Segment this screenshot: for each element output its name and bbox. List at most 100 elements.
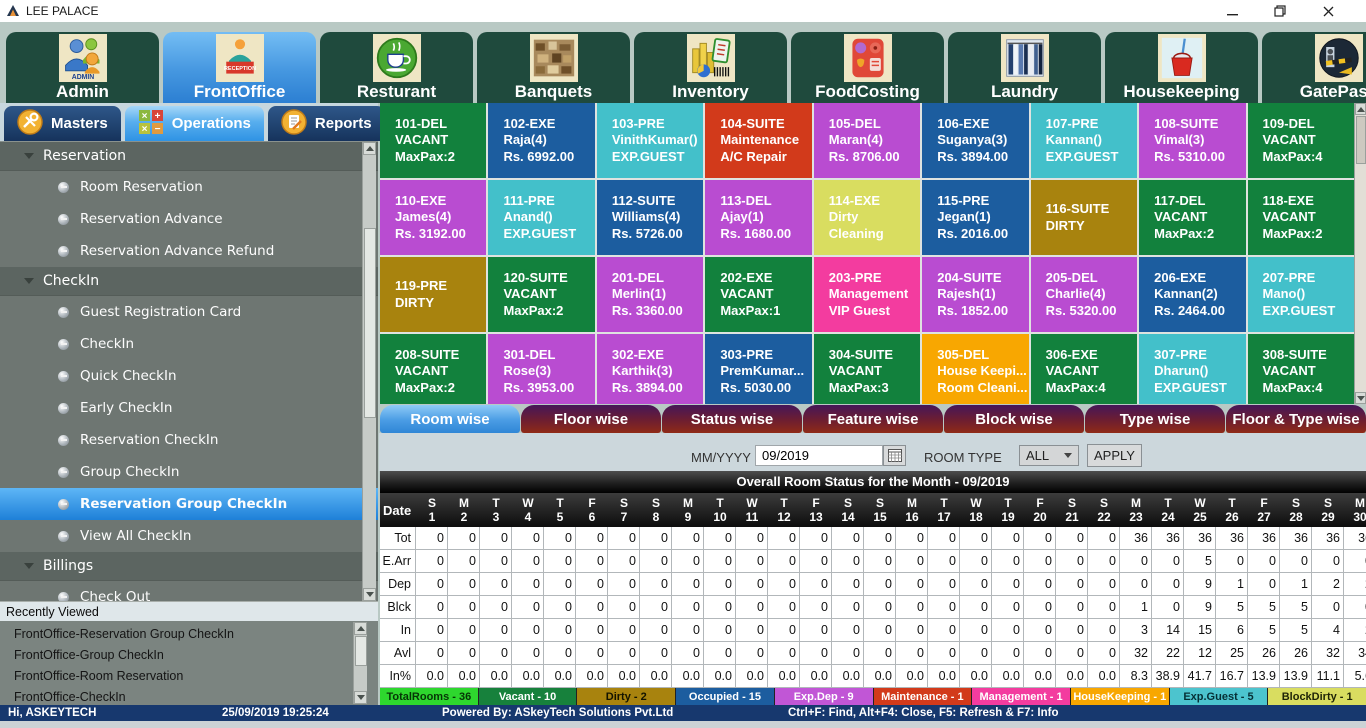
room-card-105[interactable]: 105-DELMaran(4)Rs. 8706.00 xyxy=(814,103,920,178)
room-card-304[interactable]: 304-SUITEVACANTMaxPax:3 xyxy=(814,334,920,404)
tab-gatepass[interactable]: GatePass xyxy=(1262,32,1366,103)
sidebar-scrollbar[interactable] xyxy=(362,142,376,601)
room-card-111[interactable]: 111-PREAnand()EXP.GUEST xyxy=(488,180,594,255)
room-card-112[interactable]: 112-SUITEWilliams(4)Rs. 5726.00 xyxy=(597,180,703,255)
room-card-204[interactable]: 204-SUITERajesh(1)Rs. 1852.00 xyxy=(922,257,1028,332)
room-card-103[interactable]: 103-PREVinithKumar()EXP.GUEST xyxy=(597,103,703,178)
scroll-up-icon[interactable] xyxy=(363,142,376,155)
svg-text:×: × xyxy=(141,124,147,135)
room-grid-scrollbar[interactable] xyxy=(1354,103,1366,404)
room-type-select[interactable]: ALL xyxy=(1019,445,1079,466)
tab-laundry[interactable]: Laundry xyxy=(948,32,1101,103)
room-card-307[interactable]: 307-PREDharun()EXP.GUEST xyxy=(1139,334,1245,404)
scrollbar-thumb[interactable] xyxy=(355,636,367,666)
apply-button[interactable]: APPLY xyxy=(1087,444,1142,467)
sidebar-item-group-checkin[interactable]: Group CheckIn xyxy=(0,456,378,488)
sidebar-item-reservation-advance[interactable]: Reservation Advance xyxy=(0,203,378,235)
sidebar-item-view-all-checkin[interactable]: View All CheckIn xyxy=(0,520,378,552)
recent-item-frontoffice-room-reservation[interactable]: FrontOffice-Room Reservation xyxy=(0,665,378,686)
view-tab-floor-type-wise[interactable]: Floor & Type wise xyxy=(1226,405,1366,433)
table-header-row: DateS1M2T3W4T5F6S7S8M9T10W11T12F13S14S15… xyxy=(380,493,1366,527)
month-input[interactable] xyxy=(755,445,883,466)
recent-item-frontoffice-reservation-group-checkin[interactable]: FrontOffice-Reservation Group CheckIn xyxy=(0,623,378,644)
room-card-202[interactable]: 202-EXEVACANTMaxPax:1 xyxy=(705,257,811,332)
scroll-down-icon[interactable] xyxy=(363,588,376,601)
close-button[interactable] xyxy=(1304,0,1352,22)
recent-scrollbar[interactable] xyxy=(353,622,367,704)
room-card-301[interactable]: 301-DELRose(3)Rs. 3953.00 xyxy=(488,334,594,404)
recent-item-frontoffice-checkin[interactable]: FrontOffice-CheckIn xyxy=(0,686,378,707)
room-card-113[interactable]: 113-DELAjay(1)Rs. 1680.00 xyxy=(705,180,811,255)
reports-button[interactable]: Reports xyxy=(268,106,385,141)
room-card-118[interactable]: 118-EXEVACANTMaxPax:2 xyxy=(1248,180,1354,255)
tab-housekeeping[interactable]: Housekeeping xyxy=(1105,32,1258,103)
room-card-114[interactable]: 114-EXEDirtyCleaning xyxy=(814,180,920,255)
sidebar-item-checkin[interactable]: CheckIn xyxy=(0,328,378,360)
room-card-109[interactable]: 109-DELVACANTMaxPax:4 xyxy=(1248,103,1354,178)
bullet-icon xyxy=(58,246,69,257)
room-card-303[interactable]: 303-PREPremKumar...Rs. 5030.00 xyxy=(705,334,811,404)
room-card-201[interactable]: 201-DELMerlin(1)Rs. 3360.00 xyxy=(597,257,703,332)
sidebar-item-reservation-checkin[interactable]: Reservation CheckIn xyxy=(0,424,378,456)
view-tab-status-wise[interactable]: Status wise xyxy=(662,405,802,433)
view-tab-floor-wise[interactable]: Floor wise xyxy=(521,405,661,433)
room-card-306[interactable]: 306-EXEVACANTMaxPax:4 xyxy=(1031,334,1137,404)
sidebar-group-reservation[interactable]: Reservation xyxy=(0,142,378,171)
room-card-104[interactable]: 104-SUITEMaintenanceA/C Repair xyxy=(705,103,811,178)
tab-resturant[interactable]: Resturant xyxy=(320,32,473,103)
restore-button[interactable] xyxy=(1256,0,1304,22)
room-card-302[interactable]: 302-EXEKarthik(3)Rs. 3894.00 xyxy=(597,334,703,404)
room-card-108[interactable]: 108-SUITEVimal(3)Rs. 5310.00 xyxy=(1139,103,1245,178)
minimize-button[interactable] xyxy=(1208,0,1256,22)
room-card-208[interactable]: 208-SUITEVACANTMaxPax:2 xyxy=(380,334,486,404)
sidebar-item-check-out[interactable]: Check Out xyxy=(0,581,378,601)
room-card-101[interactable]: 101-DELVACANTMaxPax:2 xyxy=(380,103,486,178)
table-cell: 0 xyxy=(832,573,864,596)
sidebar-group-billings[interactable]: Billings xyxy=(0,552,378,581)
module-label: Resturant xyxy=(320,82,473,102)
room-card-203[interactable]: 203-PREManagementVIP Guest xyxy=(814,257,920,332)
scrollbar-thumb[interactable] xyxy=(364,228,376,418)
room-card-120[interactable]: 120-SUITEVACANTMaxPax:2 xyxy=(488,257,594,332)
masters-button[interactable]: Masters xyxy=(4,106,121,141)
sidebar-item-reservation-group-checkin[interactable]: Reservation Group CheckIn xyxy=(0,488,378,520)
room-card-119[interactable]: 119-PREDIRTY xyxy=(380,257,486,332)
tab-banquets[interactable]: Banquets xyxy=(477,32,630,103)
room-card-305[interactable]: 305-DELHouse Keepi...Room Cleani... xyxy=(922,334,1028,404)
sidebar-item-room-reservation[interactable]: Room Reservation xyxy=(0,171,378,203)
room-card-110[interactable]: 110-EXEJames(4)Rs. 3192.00 xyxy=(380,180,486,255)
scroll-down-icon[interactable] xyxy=(1355,392,1366,404)
room-card-107[interactable]: 107-PREKannan()EXP.GUEST xyxy=(1031,103,1137,178)
scroll-up-icon[interactable] xyxy=(1355,103,1366,115)
recent-item-frontoffice-group-checkin[interactable]: FrontOffice-Group CheckIn xyxy=(0,644,378,665)
tab-inventory[interactable]: Inventory xyxy=(634,32,787,103)
view-tab-type-wise[interactable]: Type wise xyxy=(1085,405,1225,433)
room-card-308[interactable]: 308-SUITEVACANTMaxPax:4 xyxy=(1248,334,1354,404)
sidebar-item-reservation-advance-refund[interactable]: Reservation Advance Refund xyxy=(0,235,378,267)
sidebar-group-checkin[interactable]: CheckIn xyxy=(0,267,378,296)
calendar-button[interactable] xyxy=(883,445,906,466)
view-tab-block-wise[interactable]: Block wise xyxy=(944,405,1084,433)
scroll-down-icon[interactable] xyxy=(354,691,367,704)
scrollbar-thumb[interactable] xyxy=(1356,116,1366,164)
scroll-up-icon[interactable] xyxy=(354,622,367,635)
room-card-106[interactable]: 106-EXESuganya(3)Rs. 3894.00 xyxy=(922,103,1028,178)
view-tab-room-wise[interactable]: Room wise xyxy=(380,405,520,433)
room-card-117[interactable]: 117-DELVACANTMaxPax:2 xyxy=(1139,180,1245,255)
tab-admin[interactable]: ADMIN Admin xyxy=(6,32,159,103)
room-card-205[interactable]: 205-DELCharlie(4)Rs. 5320.00 xyxy=(1031,257,1137,332)
room-card-116[interactable]: 116-SUITEDIRTY xyxy=(1031,180,1137,255)
day-letter: S xyxy=(1292,496,1300,510)
sidebar-item-early-checkin[interactable]: Early CheckIn xyxy=(0,392,378,424)
room-card-206[interactable]: 206-EXEKannan(2)Rs. 2464.00 xyxy=(1139,257,1245,332)
room-card-207[interactable]: 207-PREMano()EXP.GUEST xyxy=(1248,257,1354,332)
sidebar-item-guest-registration-card[interactable]: Guest Registration Card xyxy=(0,296,378,328)
operations-button[interactable]: ×+×− Operations xyxy=(125,106,264,141)
tab-foodcosting[interactable]: FoodCosting xyxy=(791,32,944,103)
room-card-102[interactable]: 102-EXERaja(4)Rs. 6992.00 xyxy=(488,103,594,178)
bullet-icon xyxy=(58,371,69,382)
room-card-115[interactable]: 115-PREJegan(1)Rs. 2016.00 xyxy=(922,180,1028,255)
sidebar-item-quick-checkin[interactable]: Quick CheckIn xyxy=(0,360,378,392)
view-tab-feature-wise[interactable]: Feature wise xyxy=(803,405,943,433)
tab-frontoffice[interactable]: RECEPTION FrontOffice xyxy=(163,32,316,103)
